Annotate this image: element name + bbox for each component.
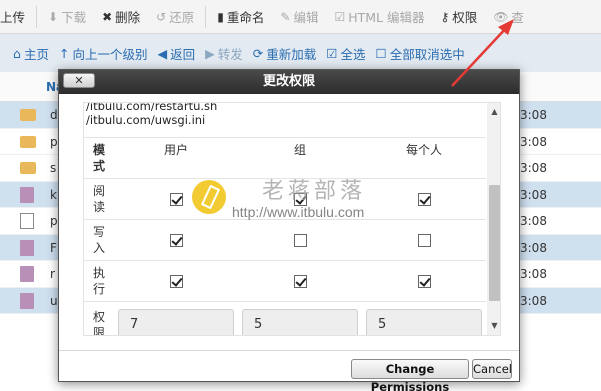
download-icon: ⬇	[48, 9, 59, 24]
view-button[interactable]: 👁 查	[485, 0, 532, 34]
forward-button[interactable]: ▶ 转发	[200, 34, 248, 72]
folder-icon	[20, 109, 36, 121]
path-item: /itbulu.com/restartu.sh	[86, 102, 218, 113]
rename-button[interactable]: ▮ 重命名	[209, 0, 272, 34]
file-icon	[20, 266, 34, 282]
change-permissions-dialog: ✕ 更改权限 /itbulu.com/restartu.sh /itbulu.c…	[58, 69, 520, 391]
file-modified-time: 3:08	[520, 214, 547, 228]
home-button[interactable]: ⌂ 主页	[8, 34, 54, 72]
key-icon: ⚷	[440, 9, 450, 24]
permissions-button[interactable]: ⚷ 权限	[432, 0, 485, 34]
zip-file-icon	[20, 213, 34, 229]
file-name: d	[50, 108, 58, 122]
pencil-icon: ✎	[280, 9, 291, 24]
file-name: r	[50, 267, 55, 281]
execute-everyone-checkbox[interactable]	[417, 275, 431, 288]
edit-button[interactable]: ✎ 编辑	[272, 0, 326, 34]
file-name: F	[50, 240, 57, 255]
write-user-checkbox[interactable]	[169, 234, 183, 247]
level-up-icon: ↑	[58, 45, 70, 61]
file-icon: ▮	[217, 9, 224, 24]
write-row: 写入	[84, 219, 486, 261]
group-numeric-field[interactable]: 5	[242, 308, 358, 335]
undo-icon: ↺	[156, 9, 167, 24]
close-button[interactable]: ✕	[63, 73, 95, 88]
file-modified-time: 3:08	[520, 240, 547, 255]
toolbar-divider	[36, 5, 38, 28]
download-button[interactable]: ⬇ 下载	[40, 0, 94, 34]
html-editor-icon: ☑	[334, 9, 346, 24]
watermark-url: http://www.itbulu.com	[232, 204, 365, 220]
file-icon	[20, 239, 34, 256]
close-icon: ✕	[74, 74, 84, 87]
mode-label: 模式	[84, 137, 114, 179]
write-group-checkbox[interactable]	[293, 234, 307, 247]
execute-group-checkbox[interactable]	[293, 275, 307, 288]
file-name: s	[50, 161, 57, 175]
file-name: u	[50, 293, 58, 308]
column-everyone: 每个人	[362, 137, 486, 179]
home-icon: ⌂	[13, 45, 21, 61]
read-everyone-checkbox[interactable]	[417, 193, 431, 206]
permission-label: 权限	[84, 301, 114, 335]
restore-button[interactable]: ↺ 还原	[148, 0, 202, 34]
toolbar-divider	[205, 5, 207, 28]
select-all-button[interactable]: ☑ 全选	[321, 34, 370, 72]
file-name: p	[50, 134, 58, 149]
everyone-numeric-field[interactable]: 5	[366, 308, 482, 335]
read-user-checkbox[interactable]	[169, 193, 183, 206]
user-numeric-field[interactable]: 7	[118, 308, 234, 335]
dialog-title-bar: ✕ 更改权限	[59, 70, 519, 94]
permissions-table: 模式 用户 组 每个人 阅读 写入 执行 权限 7 5 5	[84, 137, 486, 335]
vertical-scrollbar[interactable]: ▲ ▼	[487, 103, 500, 335]
watermark-title: 老蒋部落	[262, 179, 367, 204]
scrollbar-thumb[interactable]	[489, 185, 500, 301]
deselect-all-button[interactable]: ☐ 全部取消选中	[370, 34, 469, 72]
path-item: /itbulu.com/uwsgi.ini	[86, 113, 206, 127]
up-level-button[interactable]: ↑ 向上一个级别	[54, 34, 153, 72]
scroll-up-arrow-icon[interactable]: ▲	[487, 105, 500, 119]
forward-arrow-icon: ▶	[205, 45, 215, 61]
reload-button[interactable]: ⟳ 重新加载	[248, 34, 322, 72]
file-modified-time: 3:08	[520, 293, 547, 308]
back-arrow-icon: ◀	[157, 45, 168, 61]
file-icon	[20, 292, 34, 309]
execute-label: 执行	[84, 260, 114, 302]
write-everyone-checkbox[interactable]	[417, 234, 431, 247]
file-modified-time: 3:08	[520, 161, 547, 175]
cancel-button[interactable]: Cancel	[472, 359, 512, 379]
delete-button[interactable]: ✖ 删除	[94, 0, 148, 34]
numeric-row: 权限 7 5 5	[84, 301, 486, 335]
file-modified-time: 3:08	[520, 187, 547, 202]
execute-user-checkbox[interactable]	[169, 275, 183, 288]
file-name: k	[50, 187, 57, 202]
navigation-bar: ⌂ 主页 ↑ 向上一个级别 ◀ 返回 ▶ 转发 ⟳ 重新加载 ☑ 全选 ☐ 全部取消选中	[0, 34, 601, 72]
back-button[interactable]: ◀ 返回	[152, 34, 200, 72]
file-modified-time: 3:08	[520, 267, 547, 281]
file-name: p	[50, 214, 58, 228]
eye-icon: 👁	[493, 9, 509, 24]
write-label: 写入	[84, 219, 114, 261]
file-icon	[20, 186, 34, 203]
checkbox-empty-icon: ☐	[375, 45, 387, 61]
html-editor-button[interactable]: ☑ HTML 编辑器	[326, 0, 432, 34]
checkbox-checked-icon: ☑	[326, 45, 338, 61]
dialog-footer: Change Permissions Cancel	[59, 350, 519, 391]
dialog-title: 更改权限	[262, 74, 315, 89]
toolbar: 上传 ⬇ 下载 ✖ 删除 ↺ 还原 ▮ 重命名 ✎ 编辑 ☑ HTML 编辑器 ⚷ 权限 👁 查	[0, 0, 601, 34]
close-icon: ✖	[102, 9, 113, 24]
upload-button[interactable]: 上传	[0, 0, 33, 34]
watermark-pencil-icon	[192, 180, 226, 214]
read-label: 阅读	[84, 178, 114, 220]
folder-icon	[20, 162, 36, 174]
folder-icon	[20, 135, 36, 148]
file-modified-time: 3:08	[520, 134, 547, 149]
scroll-down-arrow-icon[interactable]: ▼	[487, 319, 500, 333]
execute-row: 执行	[84, 260, 486, 302]
reload-icon: ⟳	[252, 45, 264, 61]
column-user: 用户	[114, 137, 238, 179]
change-permissions-button[interactable]: Change Permissions	[351, 359, 469, 391]
selected-paths: /itbulu.com/restartu.sh /itbulu.com/uwsg…	[84, 103, 486, 127]
file-modified-time: 3:08	[520, 108, 547, 122]
